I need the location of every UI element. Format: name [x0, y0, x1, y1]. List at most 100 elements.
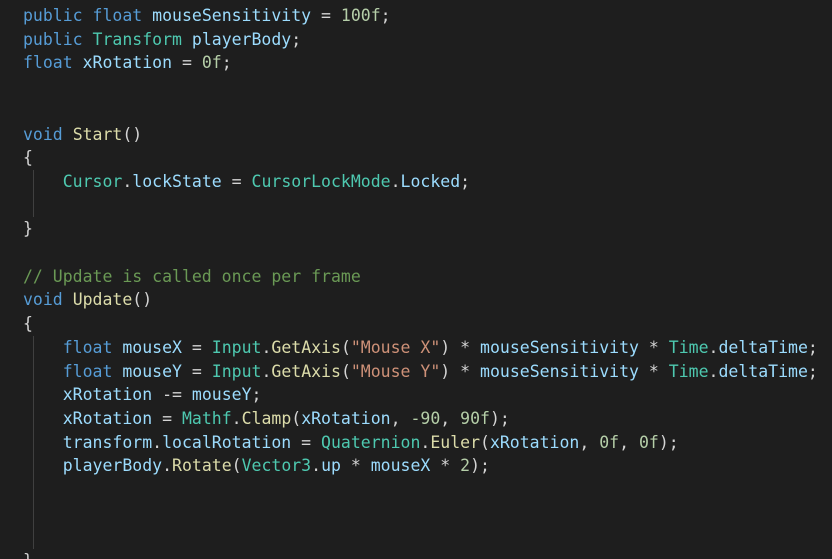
code-token: ;	[460, 171, 471, 191]
code-token: 0f	[638, 432, 659, 452]
code-token: .	[708, 361, 719, 381]
code-token: }	[23, 219, 33, 239]
code-token: {	[23, 314, 33, 334]
code-token: localRotation	[162, 432, 292, 452]
code-token: Euler	[430, 432, 480, 452]
code-token: 90f	[460, 408, 490, 428]
code-token: ;	[221, 53, 232, 73]
code-line[interactable]: void Update()	[23, 288, 152, 312]
code-token: mouseSensitivity	[152, 6, 312, 25]
code-token: ,	[440, 408, 461, 428]
code-token: (	[291, 408, 302, 428]
code-token: =	[152, 408, 182, 428]
code-token: mouseSensitivity	[480, 361, 639, 381]
code-line[interactable]: xRotation -= mouseY;	[23, 383, 262, 407]
code-token: );	[658, 432, 679, 452]
code-token: (	[340, 337, 351, 357]
code-token: .	[122, 171, 133, 191]
code-token: lockState	[132, 171, 222, 191]
code-token: Input	[211, 337, 262, 357]
code-line[interactable]: xRotation = Mathf.Clamp(xRotation, -90, …	[23, 407, 510, 431]
code-token: );	[489, 408, 510, 428]
code-token: deltaTime	[718, 337, 808, 357]
code-line[interactable]: // Update is called once per frame	[23, 265, 361, 289]
code-token: Start	[72, 124, 123, 144]
code-line[interactable]: {	[23, 146, 33, 170]
code-line[interactable]: Cursor.lockState = CursorLockMode.Locked…	[23, 170, 470, 194]
code-line[interactable]: transform.localRotation = Quaternion.Eul…	[23, 431, 679, 455]
code-token: .	[261, 337, 272, 357]
code-token: public	[23, 6, 83, 25]
code-token: ()	[122, 124, 143, 144]
code-token: mouseY	[122, 361, 182, 381]
code-token: .	[162, 456, 173, 476]
code-token: *	[638, 337, 669, 357]
code-token: ,	[579, 432, 600, 452]
code-token: .	[261, 361, 272, 381]
code-token: GetAxis	[271, 337, 341, 357]
code-token: .	[420, 432, 431, 452]
code-token: GetAxis	[271, 361, 341, 381]
code-line[interactable]: float xRotation = 0f;	[23, 51, 232, 75]
code-token: ) *	[440, 337, 481, 357]
code-token: .	[152, 432, 163, 452]
code-line[interactable]: public Transform playerBody;	[23, 28, 301, 52]
code-token: up	[321, 456, 341, 476]
code-token: transform	[62, 432, 153, 452]
code-token: =	[221, 171, 252, 191]
code-line[interactable]: }	[23, 549, 33, 559]
code-token: (	[480, 432, 490, 452]
code-token: *	[430, 456, 461, 476]
code-token: void	[23, 124, 63, 144]
code-token: =	[311, 6, 341, 25]
code-token: );	[470, 456, 490, 476]
code-token: Vector3	[241, 456, 312, 476]
code-token: xRotation	[82, 53, 173, 73]
code-token: 2	[460, 456, 471, 476]
code-token: Input	[211, 361, 262, 381]
code-token: ;	[807, 337, 818, 357]
code-token: ) *	[440, 361, 481, 381]
code-token: {	[23, 148, 33, 168]
code-line[interactable]: float mouseX = Input.GetAxis("Mouse X") …	[23, 336, 818, 360]
code-token: .	[390, 171, 401, 191]
code-token: public	[23, 29, 83, 49]
code-token: Quaternion	[321, 432, 421, 452]
code-token: .	[708, 337, 719, 357]
code-line[interactable]: playerBody.Rotate(Vector3.up * mouseX * …	[23, 454, 490, 478]
code-line[interactable]: }	[23, 217, 33, 241]
code-token: Clamp	[241, 408, 292, 428]
code-line[interactable]: {	[23, 312, 33, 336]
code-token: Time	[668, 361, 709, 381]
code-token: =	[181, 337, 212, 357]
code-token: ,	[619, 432, 639, 452]
code-token: Locked	[400, 171, 461, 191]
code-token: // Update is called once per frame	[23, 266, 361, 286]
code-token: float	[62, 337, 113, 357]
code-token: mouseY	[191, 385, 252, 405]
code-token: =	[291, 432, 322, 452]
code-token: =	[172, 53, 202, 73]
code-token: 0f	[201, 53, 222, 73]
code-token: deltaTime	[718, 361, 808, 381]
code-token: playerBody	[191, 29, 292, 49]
code-token: ;	[291, 29, 302, 49]
code-line[interactable]: float mouseY = Input.GetAxis("Mouse Y") …	[23, 360, 818, 384]
code-line[interactable]: void Start()	[23, 123, 142, 147]
code-token: .	[231, 408, 242, 428]
code-line[interactable]: public float mouseSensitivity = 100f;	[23, 4, 391, 28]
code-token: (	[231, 456, 242, 476]
code-editor[interactable]: public float mouseSensitivity = 100f; pub…	[0, 0, 832, 559]
code-token: xRotation	[489, 432, 580, 452]
code-token: ;	[807, 361, 818, 381]
code-token: mouseX	[370, 456, 431, 476]
code-token: ;	[380, 6, 391, 25]
